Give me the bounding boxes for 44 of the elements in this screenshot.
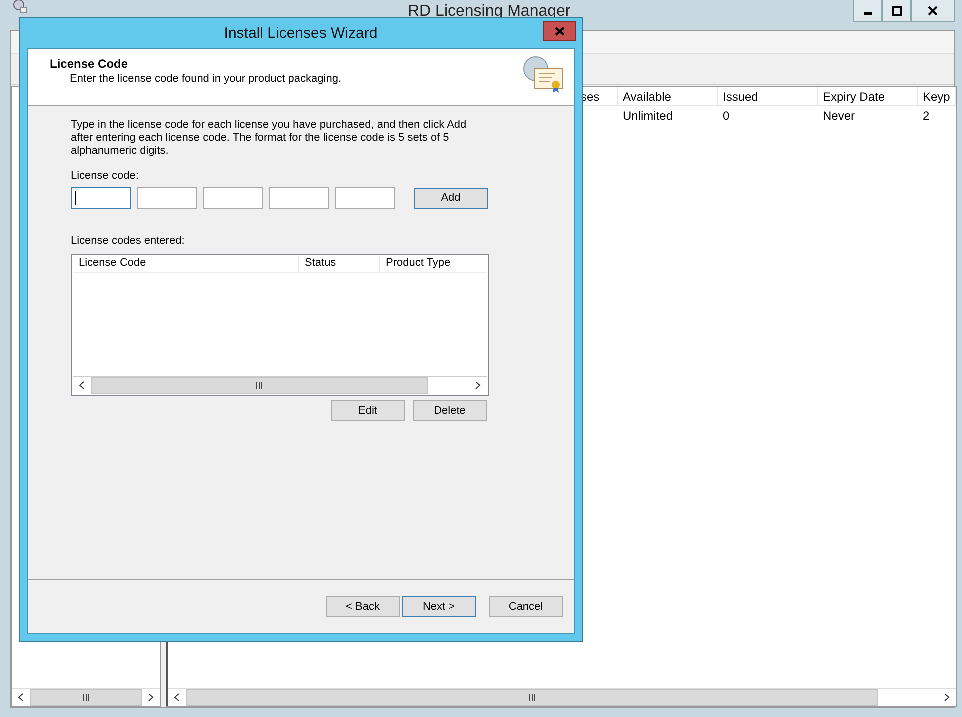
next-button[interactable]: Next >: [402, 596, 476, 617]
column-header[interactable]: Issued: [718, 87, 818, 105]
code-input-field[interactable]: [71, 187, 131, 209]
close-icon: [928, 6, 938, 16]
column-header[interactable]: Status: [299, 256, 380, 272]
grip-icon: [528, 694, 536, 701]
maximize-button[interactable]: [882, 0, 911, 22]
horizontal-scrollbar[interactable]: [12, 688, 160, 706]
horizontal-scrollbar[interactable]: [73, 376, 487, 394]
license-codes-list[interactable]: License Code Status Product Type: [71, 254, 489, 396]
delete-button[interactable]: Delete: [413, 400, 487, 421]
column-header[interactable]: Product Type: [380, 256, 487, 272]
grip-icon: [256, 382, 263, 389]
table-cell-text: Never: [822, 109, 856, 123]
minimize-icon: [864, 12, 872, 15]
code-input-field[interactable]: [269, 187, 329, 209]
page-subtitle: Enter the license code found in your product packaging.: [70, 73, 342, 85]
dialog-title: Install Licenses Wizard: [224, 24, 378, 42]
code-input-field[interactable]: [203, 187, 263, 209]
horizontal-scrollbar[interactable]: [168, 688, 956, 706]
license-code-label: License code:: [71, 170, 140, 182]
edit-button[interactable]: Edit: [331, 400, 405, 421]
column-header[interactable]: License Code: [73, 256, 299, 272]
add-button[interactable]: Add: [414, 188, 488, 208]
grip-icon: [82, 694, 90, 701]
column-header[interactable]: Keyp: [918, 87, 956, 105]
code-input-field[interactable]: [335, 187, 395, 209]
maximize-icon: [892, 6, 902, 16]
codes-entered-label: License codes entered:: [71, 235, 186, 247]
cancel-button[interactable]: Cancel: [489, 596, 563, 617]
close-icon: [554, 26, 564, 36]
page-title: License Code: [50, 57, 130, 71]
back-button[interactable]: < Back: [326, 596, 400, 617]
column-header[interactable]: Available: [618, 87, 718, 105]
window-title: RD Licensing Manager: [408, 3, 571, 21]
minimize-button[interactable]: [853, 0, 882, 22]
table-cell-text: 2: [922, 109, 931, 123]
instructions-text: Type in the license code for each license you have purchased, and then click Add after entering each license code. The format for the license code is 5 sets of 5 alphanumeric digits.: [71, 119, 468, 158]
table-cell-text: Unlimited: [622, 109, 674, 123]
column-header[interactable]: Expiry Date: [818, 87, 918, 105]
table-cell-text: 0: [722, 109, 731, 123]
certificate-icon: [522, 55, 566, 95]
close-button[interactable]: [911, 0, 955, 22]
code-input-field[interactable]: [137, 187, 197, 209]
